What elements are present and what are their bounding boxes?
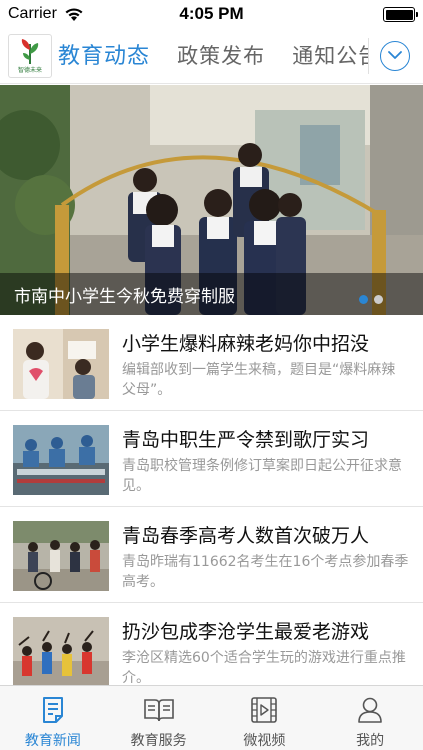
news-thumbnail bbox=[13, 617, 109, 685]
news-summary: 青岛职校管理条例修订草案即日起公开征求意见。 bbox=[122, 458, 402, 494]
page-dot-2[interactable] bbox=[374, 295, 383, 304]
channel-tabs: 教育动态 政策发布 通知公告 bbox=[58, 28, 368, 84]
news-item[interactable]: 扔沙包成李沧学生最爱老游戏 李沧区精选60个适合学生玩的游戏进行重点推介。 bbox=[0, 603, 423, 685]
tab-policy-release[interactable]: 政策发布 bbox=[177, 28, 265, 84]
news-item[interactable]: 青岛中职生严令禁到歌厅实习 青岛职校管理条例修订草案即日起公开征求意见。 bbox=[0, 411, 423, 507]
news-item[interactable]: 青岛春季高考人数首次破万人 青岛昨瑞有11662名考生在16个考点参加春季高考。 bbox=[0, 507, 423, 603]
more-channels-button[interactable] bbox=[380, 41, 410, 71]
banner-caption-bar: 市南中小学生今秋免费穿制服 bbox=[0, 273, 423, 315]
news-title: 小学生爆料麻辣老妈你中招没 bbox=[122, 333, 370, 355]
status-bar: Carrier 4:05 PM bbox=[0, 0, 423, 28]
news-item[interactable]: 小学生爆料麻辣老妈你中招没 编辑部收到一篇学生来稿，题目是“爆料麻辣父母”。 bbox=[0, 315, 423, 411]
page-dot-1[interactable] bbox=[359, 295, 368, 304]
news-document-icon bbox=[0, 696, 106, 724]
tabbar-micro-video[interactable]: 微视频 bbox=[212, 686, 318, 750]
news-summary: 李沧区精选60个适合学生玩的游戏进行重点推介。 bbox=[122, 650, 406, 685]
news-thumbnail bbox=[13, 521, 109, 591]
tabbar-label: 教育新闻 bbox=[24, 733, 81, 749]
news-summary: 青岛昨瑞有11662名考生在16个考点参加春季高考。 bbox=[122, 554, 409, 590]
battery-level bbox=[385, 9, 413, 20]
battery-icon bbox=[383, 7, 418, 22]
chevron-down-icon bbox=[388, 51, 402, 59]
person-icon bbox=[317, 696, 423, 724]
featured-banner[interactable]: 市南中小学生今秋免费穿制服 bbox=[0, 85, 423, 315]
tabbar-mine[interactable]: 我的 bbox=[317, 686, 423, 750]
logo-text: 智德未来 bbox=[17, 67, 42, 74]
book-icon bbox=[106, 696, 212, 724]
news-title: 青岛春季高考人数首次破万人 bbox=[122, 525, 370, 547]
news-title: 青岛中职生严令禁到歌厅实习 bbox=[122, 429, 370, 451]
banner-caption: 市南中小学生今秋免费穿制服 bbox=[14, 287, 235, 307]
logo-emblem-icon bbox=[21, 39, 39, 65]
film-icon bbox=[212, 696, 318, 724]
status-time: 4:05 PM bbox=[179, 4, 244, 23]
bottom-tab-bar: 教育新闻 教育服务 微视频 我的 bbox=[0, 685, 423, 750]
tabbar-label: 微视频 bbox=[243, 733, 286, 749]
tab-education-news[interactable]: 教育动态 bbox=[58, 29, 150, 84]
news-thumbnail bbox=[13, 329, 109, 399]
channel-header: 智德未来 教育动态 政策发布 通知公告 bbox=[0, 28, 423, 84]
news-thumbnail bbox=[13, 425, 109, 495]
tab-notice[interactable]: 通知公告 bbox=[292, 28, 368, 84]
page-indicator bbox=[353, 289, 383, 308]
news-list: 小学生爆料麻辣老妈你中招没 编辑部收到一篇学生来稿，题目是“爆料麻辣父母”。 青… bbox=[0, 315, 423, 685]
tabbar-label: 教育服务 bbox=[130, 733, 187, 749]
news-summary: 编辑部收到一篇学生来稿，题目是“爆料麻辣父母”。 bbox=[122, 362, 396, 398]
app-logo: 智德未来 bbox=[8, 34, 52, 78]
tabbar-label: 我的 bbox=[356, 733, 385, 749]
tabbar-education-services[interactable]: 教育服务 bbox=[106, 686, 212, 750]
tabbar-education-news[interactable]: 教育新闻 bbox=[0, 686, 106, 750]
news-title: 扔沙包成李沧学生最爱老游戏 bbox=[122, 621, 370, 643]
tabs-divider bbox=[368, 38, 369, 74]
